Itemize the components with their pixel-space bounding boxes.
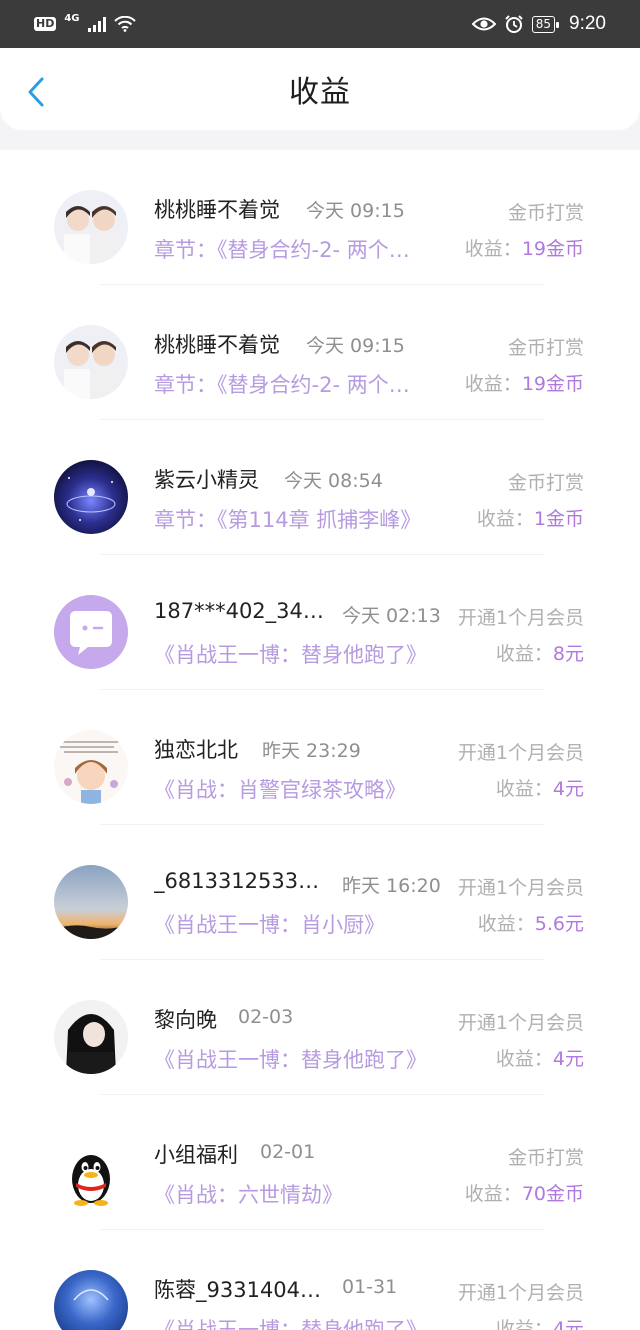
earnings-row[interactable]: 小组福利 02-01 金币打赏 《肖战：六世情劫》 收益：70金币: [0, 1095, 640, 1230]
wifi-icon: [113, 16, 136, 32]
top-nav-bar: 收益: [0, 48, 640, 130]
earnings-row[interactable]: 桃桃睡不着觉 今天 09:15 金币打赏 章节：《替身合约-2- 两个… 收益：…: [0, 150, 640, 285]
signal-icon: [87, 16, 106, 32]
earnings-row[interactable]: 陈蓉_9331404… 01-31 开通1个月会员 《肖战王一博：替身他跑了》 …: [0, 1230, 640, 1330]
earnings-amount: 收益：19金币: [464, 238, 584, 260]
work-title-link[interactable]: 《肖战：肖警官绿茶攻略》: [154, 774, 406, 804]
user-name: 187***402_34…: [154, 599, 324, 623]
time-label: 今天 09:15: [306, 335, 405, 357]
avatar[interactable]: [54, 325, 128, 399]
avatar[interactable]: [54, 595, 128, 669]
work-title-link[interactable]: 《肖战：六世情劫》: [154, 1179, 343, 1209]
earnings-amount: 收益：5.6元: [477, 913, 584, 935]
earning-type: 开通1个月会员: [457, 1282, 584, 1304]
photo-avatar-icon: [54, 325, 128, 399]
user-name: 桃桃睡不着觉: [154, 333, 280, 357]
user-name: 独恋北北: [154, 738, 238, 762]
avatar[interactable]: [54, 1000, 128, 1074]
jellyfish-avatar-icon: [54, 1270, 128, 1330]
earning-type: 金币打赏: [507, 337, 584, 359]
earnings-amount: 收益：8元: [495, 643, 584, 665]
network-type: 4G: [64, 12, 80, 24]
user-name: 黎向晚: [154, 1008, 217, 1032]
sky-avatar-icon: [54, 865, 128, 939]
portrait-avatar-icon: [54, 1000, 128, 1074]
earning-type: 金币打赏: [507, 202, 584, 224]
penguin-icon: [54, 1135, 128, 1209]
work-title-link[interactable]: 章节：《替身合约-2- 两个…: [154, 369, 410, 399]
earnings-amount: 收益：19金币: [464, 373, 584, 395]
battery-icon: 85: [531, 15, 560, 33]
work-title-link[interactable]: 章节：《第114章 抓捕李峰》: [154, 504, 421, 534]
earning-type: 开通1个月会员: [457, 1012, 584, 1034]
earnings-amount: 收益：4元: [495, 1318, 584, 1330]
work-title-link[interactable]: 《肖战王一博：替身他跑了》: [154, 1044, 427, 1074]
work-title-link[interactable]: 《肖战王一博：替身他跑了》: [154, 1314, 427, 1330]
avatar[interactable]: [54, 865, 128, 939]
user-name: 桃桃睡不着觉: [154, 198, 280, 222]
work-title-link[interactable]: 章节：《替身合约-2- 两个…: [154, 234, 410, 264]
time-label: 昨天 23:29: [262, 740, 361, 762]
earning-type: 金币打赏: [507, 1147, 584, 1169]
earnings-row[interactable]: _6813312533… 昨天 16:20 开通1个月会员 《肖战王一博：肖小厨…: [0, 825, 640, 960]
status-bar: HD 4G 85 9:20: [0, 0, 640, 48]
eye-icon: [471, 17, 496, 31]
earnings-row[interactable]: 独恋北北 昨天 23:29 开通1个月会员 《肖战：肖警官绿茶攻略》 收益：4元: [0, 690, 640, 825]
clock: 9:20: [569, 13, 606, 34]
earning-type: 开通1个月会员: [457, 742, 584, 764]
work-title-link[interactable]: 《肖战王一博：替身他跑了》: [154, 639, 427, 669]
earnings-row[interactable]: 紫云小精灵 今天 08:54 金币打赏 章节：《第114章 抓捕李峰》 收益：1…: [0, 420, 640, 555]
earning-type: 开通1个月会员: [457, 607, 584, 629]
avatar[interactable]: [54, 730, 128, 804]
time-label: 01-31: [342, 1276, 398, 1298]
chat-bubble-icon: [70, 611, 112, 655]
user-name: _6813312533…: [154, 869, 320, 893]
earnings-amount: 收益：1金币: [476, 508, 584, 530]
time-label: 今天 08:54: [284, 470, 383, 492]
earnings-amount: 收益：4元: [495, 1048, 584, 1070]
cartoon-avatar-icon: [54, 730, 128, 804]
earnings-amount: 收益：70金币: [464, 1183, 584, 1205]
earning-type: 金币打赏: [507, 472, 584, 494]
earnings-row[interactable]: 187***402_34… 今天 02:13 开通1个月会员 《肖战王一博：替身…: [0, 555, 640, 690]
user-name: 紫云小精灵: [154, 468, 259, 492]
time-label: 今天 09:15: [306, 200, 405, 222]
earnings-row[interactable]: 桃桃睡不着觉 今天 09:15 金币打赏 章节：《替身合约-2- 两个… 收益：…: [0, 285, 640, 420]
time-label: 今天 02:13: [342, 605, 441, 627]
photo-avatar-icon: [54, 190, 128, 264]
page-title: 收益: [289, 75, 351, 110]
chevron-left-icon: [28, 77, 44, 107]
earnings-list[interactable]: 桃桃睡不着觉 今天 09:15 金币打赏 章节：《替身合约-2- 两个… 收益：…: [0, 150, 640, 1330]
earnings-amount: 收益：4元: [495, 778, 584, 800]
time-label: 昨天 16:20: [342, 875, 441, 897]
earnings-row[interactable]: 黎向晚 02-03 开通1个月会员 《肖战王一博：替身他跑了》 收益：4元: [0, 960, 640, 1095]
avatar[interactable]: [54, 1270, 128, 1330]
avatar[interactable]: [54, 190, 128, 264]
galaxy-avatar-icon: [54, 460, 128, 534]
avatar[interactable]: [54, 1135, 128, 1209]
back-button[interactable]: [22, 75, 50, 109]
alarm-icon: [505, 15, 523, 33]
time-label: 02-03: [238, 1006, 294, 1028]
avatar[interactable]: [54, 460, 128, 534]
earning-type: 开通1个月会员: [457, 877, 584, 899]
work-title-link[interactable]: 《肖战王一博：肖小厨》: [154, 909, 385, 939]
hd-icon: HD: [34, 17, 57, 31]
time-label: 02-01: [260, 1141, 316, 1163]
user-name: 小组福利: [154, 1143, 238, 1167]
user-name: 陈蓉_9331404…: [154, 1278, 322, 1302]
